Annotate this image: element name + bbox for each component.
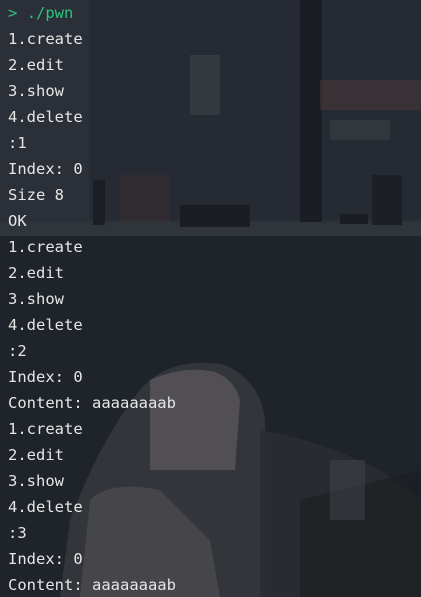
output-line: 2.edit [8, 264, 64, 282]
output-line: 3.show [8, 290, 64, 308]
terminal-window[interactable]: > ./pwn 1.create 2.edit 3.show 4.delete … [0, 0, 421, 597]
output-line: :1 [8, 134, 27, 152]
output-line: :2 [8, 342, 27, 360]
output-line: 2.edit [8, 446, 64, 464]
output-line: :3 [8, 524, 27, 542]
output-line: 3.show [8, 82, 64, 100]
output-line: 4.delete [8, 316, 83, 334]
output-line: Content: aaaaaaaab [8, 394, 176, 412]
terminal-output: > ./pwn 1.create 2.edit 3.show 4.delete … [8, 0, 421, 597]
output-line: 4.delete [8, 108, 83, 126]
output-line: 4.delete [8, 498, 83, 516]
output-line: 1.create [8, 238, 83, 256]
output-line: 2.edit [8, 56, 64, 74]
output-line: Index: 0 [8, 368, 83, 386]
output-line: OK [8, 212, 27, 230]
output-line: 3.show [8, 472, 64, 490]
output-line: 1.create [8, 30, 83, 48]
output-line: Size 8 [8, 186, 64, 204]
prompt-symbol: > [8, 4, 18, 22]
output-line: Content: aaaaaaaab [8, 576, 176, 594]
output-line: Index: 0 [8, 160, 83, 178]
output-line: Index: 0 [8, 550, 83, 568]
output-line: 1.create [8, 420, 83, 438]
prompt-line: > ./pwn [8, 0, 421, 26]
prompt-command: ./pwn [26, 4, 74, 22]
